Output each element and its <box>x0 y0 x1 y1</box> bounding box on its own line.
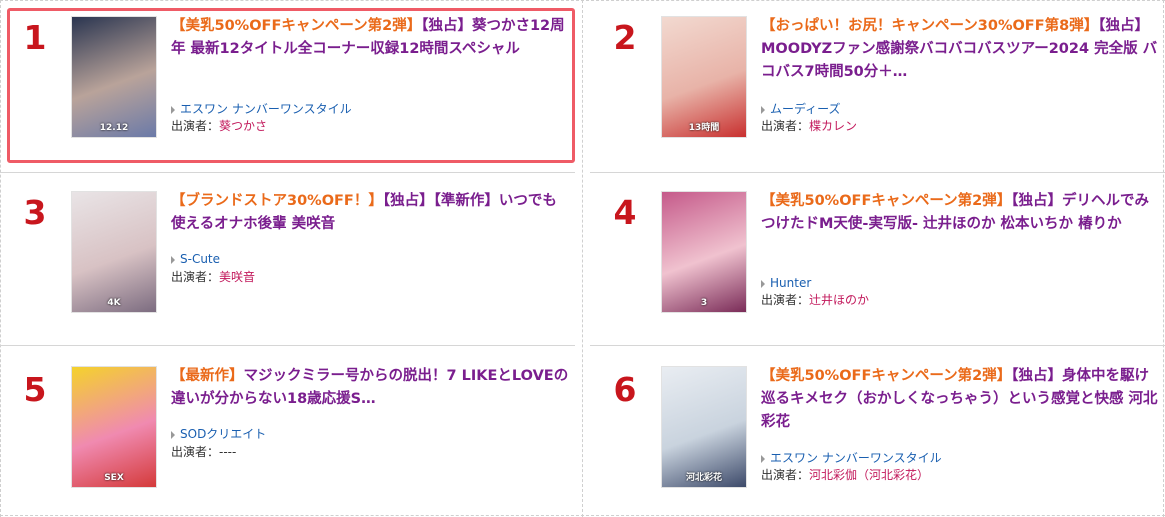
campaign-tag: 【美乳50%OFFキャンペーン第2弾】 <box>761 368 1012 384</box>
ranking-item-4[interactable]: 4 3 【美乳50%OFFキャンペーン第2弾】【独占】デリヘルでみつけたドM天使… <box>583 173 1165 345</box>
maker-name: S-Cute <box>180 252 221 266</box>
product-thumbnail[interactable]: 12.12 <box>71 16 157 138</box>
product-thumbnail[interactable]: 3 <box>661 191 747 313</box>
caret-right-icon <box>171 255 175 264</box>
actor-line: 出演者：---- <box>171 444 236 460</box>
maker-link[interactable]: Hunter <box>761 275 811 291</box>
actor-label: 出演者： <box>171 119 220 133</box>
campaign-tag: 【おっぱい！お尻！キャンペーン30%OFF第8弾】 <box>761 18 1099 34</box>
maker-link[interactable]: SODクリエイト <box>171 426 266 442</box>
actor-link[interactable]: ---- <box>219 445 236 459</box>
campaign-tag: 【ブランドストア30%OFF！】 <box>171 193 383 209</box>
ranking-item-6[interactable]: 6 河北彩花 【美乳50%OFFキャンペーン第2弾】【独占】身体中を駆け巡るキメ… <box>583 346 1165 516</box>
maker-link[interactable]: エスワン ナンバーワンスタイル <box>171 101 352 117</box>
product-title[interactable]: 【最新作】マジックミラー号からの脱出！7 LIKEとLOVEの違いが分からない1… <box>171 365 571 411</box>
campaign-tag: 【美乳50%OFFキャンペーン第2弾】 <box>761 193 1012 209</box>
thumbnail-caption: SEX <box>104 473 124 483</box>
caret-right-icon <box>761 105 765 114</box>
actor-link[interactable]: 河北彩伽（河北彩花） <box>809 468 929 482</box>
actor-line: 出演者：河北彩伽（河北彩花） <box>761 467 929 483</box>
maker-name: エスワン ナンバーワンスタイル <box>770 451 942 465</box>
actor-link[interactable]: 辻井ほのか <box>809 293 869 307</box>
rank-number: 2 <box>613 18 637 57</box>
thumbnail-caption: 4K <box>107 298 121 308</box>
product-title[interactable]: 【美乳50%OFFキャンペーン第2弾】【独占】デリヘルでみつけたドM天使-実写版… <box>761 190 1159 236</box>
caret-right-icon <box>171 105 175 114</box>
actor-line: 出演者：美咲音 <box>171 269 255 285</box>
maker-link[interactable]: ムーディーズ <box>761 101 841 117</box>
product-thumbnail[interactable]: 河北彩花 <box>661 366 747 488</box>
campaign-tag: 【最新作】 <box>171 368 244 384</box>
ranking-item-1[interactable]: 1 12.12 【美乳50%OFFキャンペーン第2弾】【独占】葵つかさ12周年 … <box>0 0 582 172</box>
rank-number: 5 <box>23 370 47 409</box>
ranking-grid: 1 12.12 【美乳50%OFFキャンペーン第2弾】【独占】葵つかさ12周年 … <box>0 0 1165 517</box>
thumbnail-caption: 3 <box>700 298 708 308</box>
product-title[interactable]: 【美乳50%OFFキャンペーン第2弾】【独占】身体中を駆け巡るキメセク（おかしく… <box>761 365 1159 434</box>
actor-link[interactable]: 楪カレン <box>809 119 857 133</box>
actor-label: 出演者： <box>761 468 810 482</box>
rank-number: 3 <box>23 193 47 232</box>
product-title[interactable]: 【美乳50%OFFキャンペーン第2弾】【独占】葵つかさ12周年 最新12タイトル… <box>171 15 571 61</box>
product-title[interactable]: 【おっぱい！お尻！キャンペーン30%OFF第8弾】【独占】MOODYZファン感謝… <box>761 15 1159 84</box>
rank-number: 6 <box>613 370 637 409</box>
rank-number: 4 <box>613 193 637 232</box>
actor-label: 出演者： <box>171 270 220 284</box>
ranking-item-3[interactable]: 3 4K 【ブランドストア30%OFF！】【独占】【準新作】いつでも使えるオナホ… <box>0 173 582 345</box>
thumbnail-caption: 河北彩花 <box>685 473 722 483</box>
maker-link[interactable]: S-Cute <box>171 251 220 267</box>
thumbnail-caption: 12.12 <box>99 123 129 133</box>
actor-link[interactable]: 美咲音 <box>219 270 255 284</box>
actor-label: 出演者： <box>761 119 810 133</box>
product-thumbnail[interactable]: 4K <box>71 191 157 313</box>
actor-link[interactable]: 葵つかさ <box>219 119 267 133</box>
caret-right-icon <box>171 430 175 439</box>
actor-line: 出演者：辻井ほのか <box>761 292 869 308</box>
product-title[interactable]: 【ブランドストア30%OFF！】【独占】【準新作】いつでも使えるオナホ後輩 美咲… <box>171 190 571 236</box>
maker-name: エスワン ナンバーワンスタイル <box>180 102 352 116</box>
ranking-item-2[interactable]: 2 13時間 【おっぱい！お尻！キャンペーン30%OFF第8弾】【独占】MOOD… <box>583 0 1165 172</box>
actor-label: 出演者： <box>761 293 810 307</box>
product-thumbnail[interactable]: 13時間 <box>661 16 747 138</box>
campaign-tag: 【美乳50%OFFキャンペーン第2弾】 <box>171 18 422 34</box>
caret-right-icon <box>761 279 765 288</box>
rank-number: 1 <box>23 18 47 57</box>
maker-link[interactable]: エスワン ナンバーワンスタイル <box>761 450 942 466</box>
ranking-item-5[interactable]: 5 SEX 【最新作】マジックミラー号からの脱出！7 LIKEとLOVEの違いが… <box>0 346 582 516</box>
caret-right-icon <box>761 454 765 463</box>
product-thumbnail[interactable]: SEX <box>71 366 157 488</box>
thumbnail-caption: 13時間 <box>688 123 720 133</box>
maker-name: ムーディーズ <box>770 102 841 116</box>
maker-name: SODクリエイト <box>180 427 267 441</box>
actor-line: 出演者：楪カレン <box>761 118 857 134</box>
actor-line: 出演者：葵つかさ <box>171 118 267 134</box>
actor-label: 出演者： <box>171 445 220 459</box>
maker-name: Hunter <box>770 276 812 290</box>
